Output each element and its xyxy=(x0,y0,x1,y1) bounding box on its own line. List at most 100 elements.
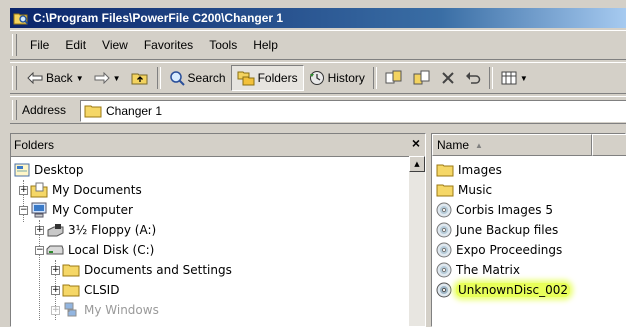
column-header-next[interactable] xyxy=(592,134,626,156)
collapse-toggle[interactable]: − xyxy=(19,206,28,215)
tree-item-label: My Documents xyxy=(52,183,142,197)
back-label: Back xyxy=(46,71,73,85)
column-header-name[interactable]: Name ▲ xyxy=(432,134,592,156)
address-label: Address xyxy=(22,103,67,117)
list-item-the-matrix[interactable]: The Matrix xyxy=(436,260,520,280)
toolbar-grip[interactable] xyxy=(12,66,17,90)
expand-toggle[interactable]: + xyxy=(51,306,60,315)
toolbar-separator xyxy=(372,67,377,89)
list-item-label-highlighted: UnknownDisc_002 xyxy=(456,283,571,297)
file-list-pane: Name ▲ Images Music Corbis Images 5 June… xyxy=(431,133,626,327)
my-documents-icon xyxy=(30,182,48,198)
expand-toggle[interactable]: + xyxy=(35,226,44,235)
search-label: Search xyxy=(187,71,226,85)
history-icon xyxy=(309,71,324,85)
undo-icon xyxy=(465,72,481,84)
window-title: C:\Program Files\PowerFile C200\Changer … xyxy=(33,11,284,25)
tree-connector xyxy=(39,220,40,320)
folders-pane-header: Folders × xyxy=(11,134,425,157)
folder-icon xyxy=(436,164,454,177)
folders-label: Folders xyxy=(257,71,298,85)
tree-item-local-disk[interactable]: Local Disk (C:) xyxy=(46,240,154,260)
menu-help[interactable]: Help xyxy=(245,38,286,52)
views-button[interactable]: ▼ xyxy=(496,66,533,90)
disc-icon xyxy=(436,262,452,278)
tree-item-my-windows[interactable]: My Windows xyxy=(62,300,159,320)
list-item-corbis-images-5[interactable]: Corbis Images 5 xyxy=(436,200,553,220)
menu-file[interactable]: File xyxy=(22,38,57,52)
explore-folder-icon xyxy=(13,13,29,25)
tree-item-floppy[interactable]: 3½ Floppy (A:) xyxy=(46,220,156,240)
forward-button[interactable]: ▼ xyxy=(89,66,126,90)
scroll-up-button[interactable]: ▲ xyxy=(409,156,425,172)
copy-to-button[interactable] xyxy=(408,66,436,90)
up-folder-button[interactable] xyxy=(126,66,154,90)
sort-ascending-icon: ▲ xyxy=(475,140,483,150)
expand-toggle[interactable]: + xyxy=(51,286,60,295)
local-disk-icon xyxy=(46,245,64,255)
tree-item-label: CLSID xyxy=(84,283,120,297)
tree-item-my-computer[interactable]: My Computer xyxy=(30,200,133,220)
expand-toggle[interactable]: + xyxy=(51,266,60,275)
network-folder-icon xyxy=(64,302,77,317)
disc-icon xyxy=(436,222,452,238)
folders-button[interactable]: Folders xyxy=(230,65,304,91)
tree-item-label: Desktop xyxy=(34,163,84,177)
list-item-images[interactable]: Images xyxy=(436,160,502,180)
delete-button[interactable] xyxy=(436,66,460,90)
column-header-label: Name xyxy=(437,138,470,152)
tree-item-label: Local Disk (C:) xyxy=(68,243,155,257)
folder-icon xyxy=(436,184,454,197)
back-dropdown-icon[interactable]: ▼ xyxy=(76,74,84,83)
forward-arrow-icon xyxy=(94,72,110,84)
move-to-button[interactable] xyxy=(380,66,408,90)
history-button[interactable]: History xyxy=(304,66,370,90)
close-pane-icon[interactable]: × xyxy=(412,135,420,151)
address-input[interactable]: Changer 1 xyxy=(80,100,626,122)
title-bar[interactable]: C:\Program Files\PowerFile C200\Changer … xyxy=(10,8,626,28)
list-item-music[interactable]: Music xyxy=(436,180,492,200)
menu-view[interactable]: View xyxy=(94,38,136,52)
up-folder-icon xyxy=(131,73,148,85)
tree-item-documents-and-settings[interactable]: Documents and Settings xyxy=(62,260,232,280)
address-bar-grip[interactable] xyxy=(12,100,17,120)
forward-dropdown-icon[interactable]: ▼ xyxy=(113,74,121,83)
vertical-scrollbar[interactable]: ▲ xyxy=(409,156,425,326)
toolbar-separator xyxy=(488,67,493,89)
collapse-toggle[interactable]: − xyxy=(35,246,44,255)
list-item-unknowndisc-002[interactable]: UnknownDisc_002 xyxy=(436,280,571,300)
search-icon xyxy=(169,71,185,86)
my-computer-icon xyxy=(31,202,47,218)
views-dropdown-icon[interactable]: ▼ xyxy=(520,74,528,83)
undo-button[interactable] xyxy=(460,66,486,90)
folder-icon xyxy=(84,105,102,118)
expand-toggle[interactable]: + xyxy=(19,186,28,195)
tree-item-label: 3½ Floppy (A:) xyxy=(68,223,157,237)
copy-to-icon xyxy=(413,70,430,85)
folders-pane-title: Folders xyxy=(14,138,55,152)
list-item-label: June Backup files xyxy=(456,223,559,237)
menu-edit[interactable]: Edit xyxy=(57,38,94,52)
tree-item-label: Documents and Settings xyxy=(84,263,232,277)
list-item-june-backup-files[interactable]: June Backup files xyxy=(436,220,558,240)
list-item-label: Music xyxy=(458,183,493,197)
tree-item-clsid[interactable]: CLSID xyxy=(62,280,119,300)
list-item-expo-proceedings[interactable]: Expo Proceedings xyxy=(436,240,562,260)
tree-item-desktop[interactable]: Desktop xyxy=(14,160,84,180)
back-button[interactable]: Back ▼ xyxy=(22,66,89,90)
address-bar: Address Changer 1 xyxy=(10,96,626,124)
list-item-label: The Matrix xyxy=(456,263,520,277)
list-item-label: Corbis Images 5 xyxy=(456,203,553,217)
menu-bar: File Edit View Favorites Tools Help xyxy=(10,30,626,60)
folders-pane: Folders × ▲ Desktop + My Documents − My … xyxy=(10,133,426,327)
back-arrow-icon xyxy=(27,72,43,84)
disc-icon xyxy=(436,242,452,258)
menu-bar-grip[interactable] xyxy=(12,34,17,56)
menu-tools[interactable]: Tools xyxy=(201,38,245,52)
menu-favorites[interactable]: Favorites xyxy=(136,38,201,52)
list-item-label: Images xyxy=(458,163,502,177)
tree-item-my-documents[interactable]: My Documents xyxy=(30,180,142,200)
folder-icon xyxy=(62,264,80,277)
search-button[interactable]: Search xyxy=(164,66,231,90)
folders-icon xyxy=(237,71,255,86)
